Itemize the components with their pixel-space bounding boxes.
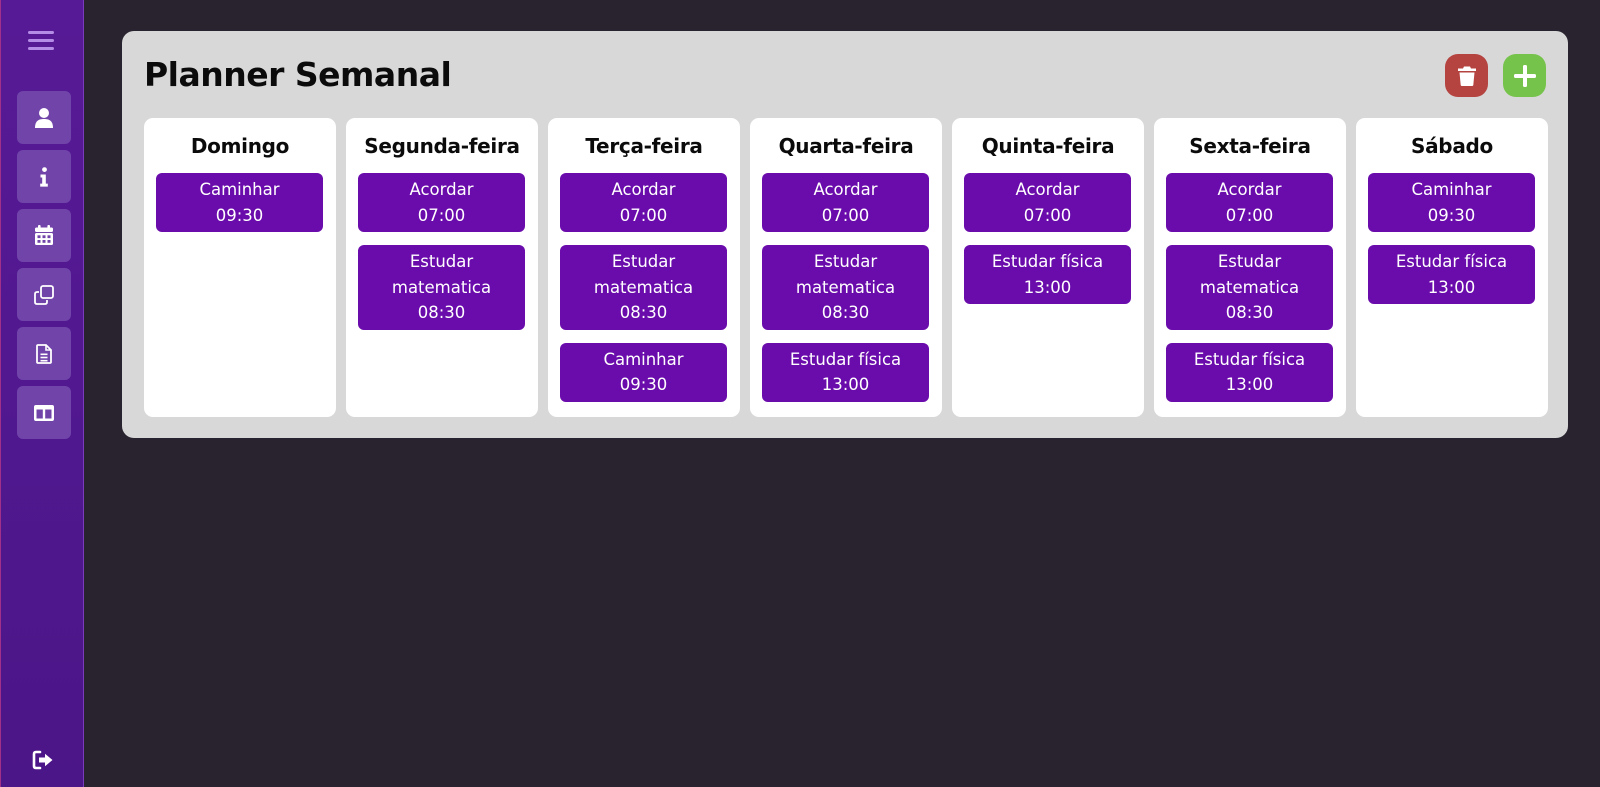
add-task-button[interactable] [1503, 54, 1546, 97]
day-column: Quarta-feira Acordar 07:00 Estudar matematic… [750, 118, 942, 417]
task-time: 07:00 [417, 205, 466, 225]
task-time: 07:00 [821, 205, 870, 225]
day-name: Quinta-feira [981, 134, 1115, 158]
sidebar [0, 0, 84, 787]
sidebar-item-document[interactable] [17, 327, 71, 380]
day-column: Terça-feira Acordar 07:00 Estudar matematica… [548, 118, 740, 417]
sidebar-item-info[interactable] [17, 150, 71, 203]
week-days: Domingo Caminhar 09:30 Segunda-feira Acordar… [144, 118, 1548, 417]
task-card[interactable]: Estudar física 13:00 [762, 342, 929, 402]
task-time: 13:00 [821, 375, 870, 394]
task-title: matematica [795, 277, 896, 297]
task-card[interactable]: Estudar matematica 08:30 [1166, 245, 1333, 330]
task-card[interactable]: Caminhar 09:30 [560, 342, 727, 402]
task-time: 07:00 [1023, 205, 1072, 225]
sidebar-item-columns[interactable] [17, 386, 71, 439]
task-title: Estudar [1217, 252, 1282, 271]
task-card[interactable]: Estudar física 13:00 [1368, 245, 1535, 304]
task-title: Estudar [611, 252, 676, 271]
task-title: Estudar [409, 252, 474, 271]
hamburger-menu-icon[interactable] [28, 28, 56, 54]
document-icon [36, 343, 52, 364]
columns-icon [34, 404, 54, 421]
task-time: 08:30 [417, 303, 466, 322]
day-column: Domingo Caminhar 09:30 [144, 118, 336, 417]
day-column: Quinta-feira Acordar 07:00 Estudar física 13… [952, 118, 1144, 417]
task-time: 09:30 [1427, 205, 1476, 225]
task-title: Acordar [611, 180, 676, 199]
task-title: Estudar física [991, 252, 1104, 271]
task-time: 07:00 [1225, 205, 1274, 225]
day-name: Quarta-feira [778, 134, 914, 158]
calendar-icon [35, 225, 53, 245]
delete-button[interactable] [1445, 54, 1488, 97]
weekly-planner: Planner Semanal Domingo Caminhar 09:30 Segu… [122, 31, 1568, 438]
task-time: 13:00 [1225, 375, 1274, 394]
task-card[interactable]: Acordar 07:00 [1166, 173, 1333, 232]
task-time: 13:00 [1023, 277, 1072, 297]
sidebar-item-profile[interactable] [17, 91, 71, 144]
task-card[interactable]: Acordar 07:00 [762, 173, 929, 232]
task-title: Acordar [1217, 180, 1282, 199]
task-card[interactable]: Estudar física 13:00 [964, 245, 1131, 304]
task-title: Acordar [1015, 180, 1080, 199]
task-title: Acordar [813, 180, 878, 199]
task-title: Acordar [409, 180, 474, 199]
task-card[interactable]: Caminhar 09:30 [156, 173, 323, 232]
task-card[interactable]: Estudar física 13:00 [1166, 342, 1333, 402]
task-title: Estudar física [1395, 252, 1508, 271]
trash-icon [1457, 66, 1476, 86]
task-time: 08:30 [619, 303, 668, 322]
copy-icon [34, 284, 54, 305]
task-card[interactable]: Acordar 07:00 [560, 173, 727, 232]
task-card[interactable]: Acordar 07:00 [358, 173, 525, 232]
task-card[interactable]: Estudar matematica 08:30 [560, 245, 727, 330]
plus-icon [1513, 64, 1536, 87]
task-time: 09:30 [619, 375, 668, 394]
day-name: Segunda-feira [364, 134, 520, 158]
task-card[interactable]: Caminhar 09:30 [1368, 173, 1535, 232]
task-title: matematica [391, 277, 492, 297]
sidebar-nav [17, 91, 71, 445]
task-title: matematica [593, 277, 694, 297]
logout-button[interactable] [32, 750, 54, 770]
task-title: Caminhar [603, 349, 684, 369]
task-time: 13:00 [1427, 277, 1476, 297]
day-name: Terça-feira [585, 134, 703, 158]
task-title: Caminhar [1411, 180, 1492, 199]
task-time: 08:30 [1225, 303, 1274, 322]
day-column: Sexta-feira Acordar 07:00 Estudar matematica… [1154, 118, 1346, 417]
logout-icon [32, 750, 53, 770]
task-card[interactable]: Estudar matematica 08:30 [762, 245, 929, 330]
task-title: Estudar física [789, 349, 902, 369]
user-icon [35, 107, 53, 128]
day-column: Segunda-feira Acordar 07:00 Estudar matemati… [346, 118, 538, 417]
task-time: 09:30 [215, 205, 264, 225]
day-name: Domingo [190, 134, 290, 158]
sidebar-item-calendar[interactable] [17, 209, 71, 262]
day-name: Sábado [1411, 134, 1493, 158]
task-title: matematica [1199, 277, 1300, 297]
sidebar-item-copy[interactable] [17, 268, 71, 321]
page-title: Planner Semanal [144, 55, 452, 94]
task-title: Estudar [813, 252, 878, 271]
day-name: Sexta-feira [1189, 134, 1311, 158]
task-title: Estudar física [1193, 349, 1306, 369]
task-title: Caminhar [199, 180, 280, 199]
day-column: Sábado Caminhar 09:30 Estudar física 13:00 [1356, 118, 1548, 417]
task-time: 08:30 [821, 303, 870, 322]
info-icon [40, 166, 48, 187]
task-time: 07:00 [619, 205, 668, 225]
task-card[interactable]: Estudar matematica 08:30 [358, 245, 525, 330]
task-card[interactable]: Acordar 07:00 [964, 173, 1131, 232]
